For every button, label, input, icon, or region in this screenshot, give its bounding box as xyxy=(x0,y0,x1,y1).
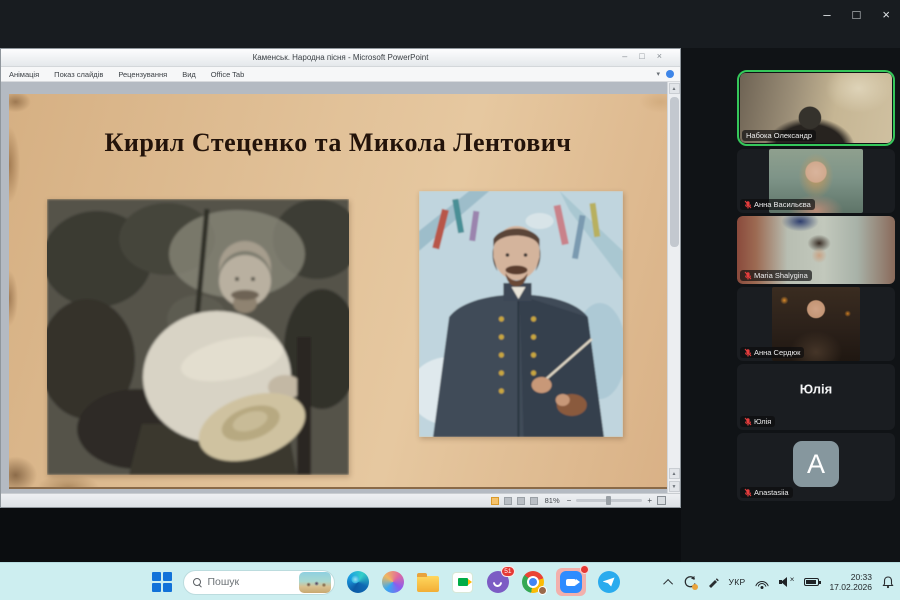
pen-input-icon[interactable] xyxy=(707,576,719,588)
tray-clock[interactable]: 20:33 17.02.2026 xyxy=(829,572,872,592)
powerpoint-statusbar: 81% − + xyxy=(1,493,680,507)
mic-muted-icon xyxy=(744,271,752,280)
slide: Кирил Стеценко та Микола Лентович xyxy=(9,94,667,489)
participant-name-label: Набока Олександр xyxy=(742,130,816,141)
participant-name-label: Юлія xyxy=(740,416,775,427)
mic-muted-icon xyxy=(744,348,752,357)
next-slide-button[interactable]: ▼ xyxy=(669,481,680,492)
shared-screen: Каменськ. Народна пісня - Microsoft Powe… xyxy=(0,48,681,562)
ribbon-collapse-icon[interactable]: ▾ xyxy=(656,70,660,78)
participant-tile-serdiuk[interactable]: Анна Сердюк xyxy=(737,287,895,361)
scroll-up-button[interactable]: ▲ xyxy=(669,83,680,94)
zoom-in-button[interactable]: + xyxy=(647,497,652,505)
powerpoint-titlebar: Каменськ. Народна пісня - Microsoft Powe… xyxy=(1,49,680,67)
zoom-slider[interactable] xyxy=(576,499,642,502)
participant-name-label: Анна Сердюк xyxy=(740,347,804,358)
ppt-close-button[interactable]: × xyxy=(657,51,662,61)
slide-sorter-icon[interactable] xyxy=(504,497,512,505)
edge-icon[interactable] xyxy=(346,570,370,594)
viber-badge: 51 xyxy=(501,566,514,577)
reading-view-icon[interactable] xyxy=(517,497,525,505)
chrome-profile-avatar xyxy=(538,586,547,595)
fit-to-window-icon[interactable] xyxy=(657,496,666,505)
photo-kyrylo-stetsenko xyxy=(47,199,349,475)
participant-tile-anastasiia[interactable]: A Anastasiia xyxy=(737,433,895,501)
close-button[interactable]: × xyxy=(882,6,890,24)
windows-taskbar: 51 УКР × 20:33 xyxy=(0,562,900,600)
tab-review[interactable]: Рецензування xyxy=(118,70,167,79)
chrome-icon[interactable] xyxy=(521,570,545,594)
participants-sidebar: Набока Олександр Анна Васильєва Maria Sh… xyxy=(681,48,900,562)
start-button-icon[interactable] xyxy=(152,572,172,592)
copilot-icon[interactable] xyxy=(381,570,405,594)
telegram-icon[interactable] xyxy=(597,570,621,594)
participant-avatar: A xyxy=(793,441,839,487)
onedrive-sync-icon[interactable] xyxy=(683,575,697,589)
participant-tile-yuliia[interactable]: Юлія Юлія xyxy=(737,364,895,430)
participant-tile-vasylieva[interactable]: Анна Васильєва xyxy=(737,149,895,213)
help-icon[interactable] xyxy=(666,70,674,78)
search-highlight-image[interactable] xyxy=(299,572,331,593)
app-titlebar: – □ × xyxy=(0,0,900,48)
search-icon xyxy=(193,578,202,587)
participant-tile-naboka[interactable]: Набока Олександр xyxy=(737,70,895,146)
language-indicator[interactable]: УКР xyxy=(729,577,746,587)
tray-time: 20:33 xyxy=(829,572,872,582)
previous-slide-button[interactable]: ▲ xyxy=(669,468,680,479)
viber-icon[interactable]: 51 xyxy=(486,570,510,594)
tab-slideshow[interactable]: Показ слайдів xyxy=(54,70,103,79)
zoom-app-icon[interactable] xyxy=(556,568,586,596)
mic-muted-icon xyxy=(744,200,752,209)
wifi-icon[interactable] xyxy=(755,577,769,588)
google-meet-icon[interactable] xyxy=(451,570,475,594)
ppt-maximize-button[interactable]: □ xyxy=(639,51,644,61)
participant-tile-shalygina[interactable]: Maria Shalygina xyxy=(737,216,895,284)
painting-mykola-leontovych xyxy=(419,191,623,437)
taskbar-search[interactable] xyxy=(183,570,335,595)
participant-name-label: Анна Васильєва xyxy=(740,199,815,210)
tab-view[interactable]: Вид xyxy=(182,70,196,79)
battery-icon[interactable] xyxy=(804,578,819,586)
volume-muted-icon[interactable]: × xyxy=(779,577,794,587)
zoom-slider-thumb[interactable] xyxy=(606,496,611,505)
tray-overflow-icon[interactable] xyxy=(663,578,673,588)
slide-canvas-area: Кирил Стеценко та Микола Лентович xyxy=(1,82,680,493)
scrollbar-thumb[interactable] xyxy=(670,97,679,247)
participant-display-name: Юлія xyxy=(737,382,895,397)
powerpoint-title: Каменськ. Народна пісня - Microsoft Powe… xyxy=(1,53,680,62)
zoom-notification-badge xyxy=(580,565,589,574)
slideshow-icon[interactable] xyxy=(530,497,538,505)
participant-name-label: Maria Shalygina xyxy=(740,270,812,281)
tab-animation[interactable]: Анімація xyxy=(9,70,39,79)
slide-title: Кирил Стеценко та Микола Лентович xyxy=(9,128,667,158)
participant-name-label: Anastasiia xyxy=(740,487,793,498)
mic-muted-icon xyxy=(744,488,752,497)
notification-bell-icon[interactable] xyxy=(882,576,894,589)
file-explorer-icon[interactable] xyxy=(416,570,440,594)
zoom-meeting-window: – □ × Каменськ. Народна пісня - Microsof… xyxy=(0,0,900,600)
mic-muted-icon xyxy=(744,417,752,426)
vertical-scrollbar[interactable]: ▲ ▲ ▼ xyxy=(667,82,680,493)
tab-office-tab[interactable]: Office Tab xyxy=(211,70,245,79)
minimize-button[interactable]: – xyxy=(823,6,830,24)
ppt-minimize-button[interactable]: – xyxy=(622,51,627,61)
powerpoint-window: Каменськ. Народна пісня - Microsoft Powe… xyxy=(0,48,681,508)
zoom-level: 81% xyxy=(545,496,560,505)
zoom-out-button[interactable]: − xyxy=(567,497,572,505)
ribbon-tab-row: Анімація Показ слайдів Рецензування Вид … xyxy=(1,67,680,82)
search-input[interactable] xyxy=(208,576,293,588)
maximize-button[interactable]: □ xyxy=(853,6,861,24)
normal-view-icon[interactable] xyxy=(491,497,499,505)
tray-date: 17.02.2026 xyxy=(829,582,872,592)
